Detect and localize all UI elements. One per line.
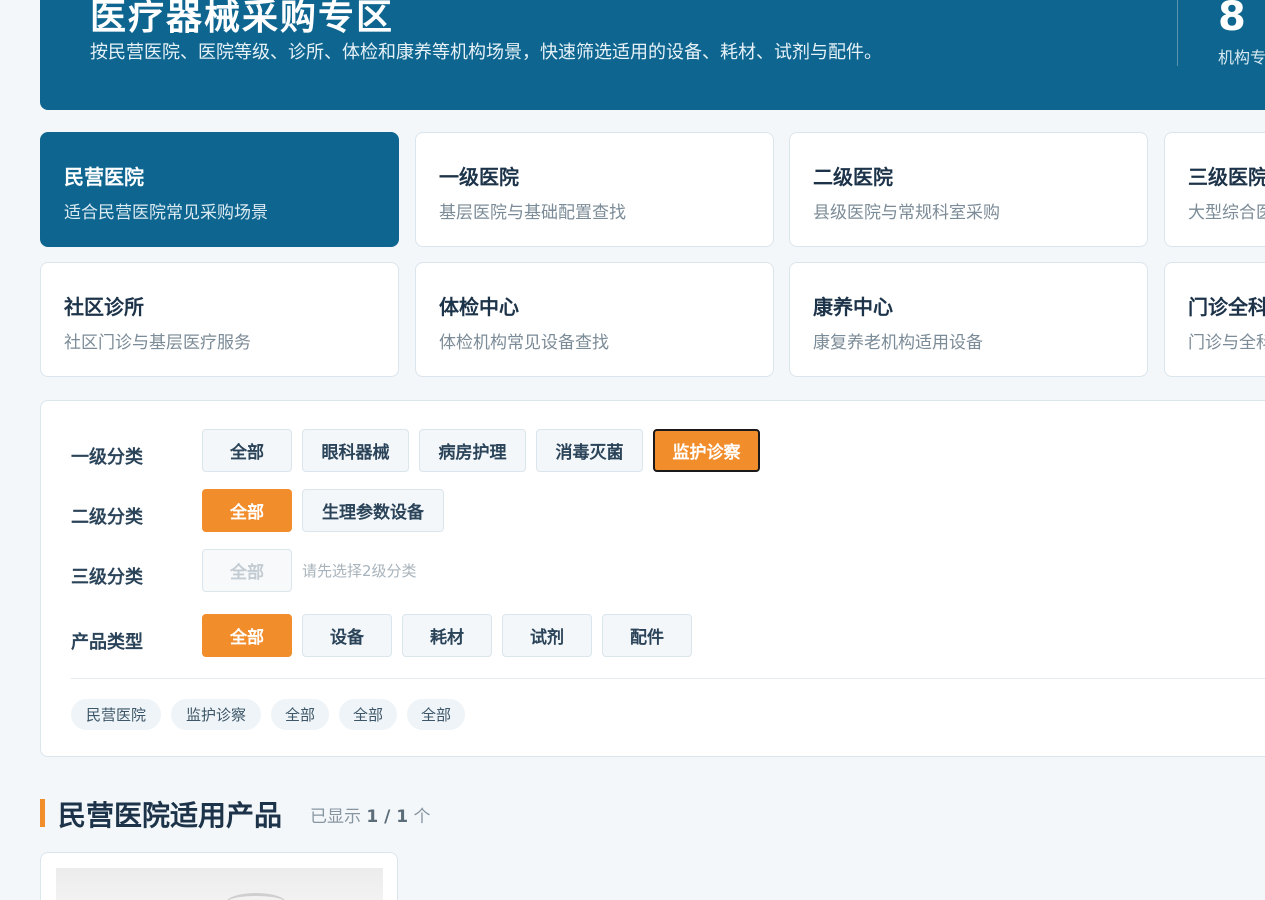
product-image [56, 868, 383, 900]
scene-description: 县级医院与常规科室采购 [813, 203, 1000, 223]
hero-title: 医疗器械采购专区 [90, 0, 395, 38]
level1-chip-monitoring[interactable]: 监护诊察 [653, 429, 760, 472]
panel-divider [71, 678, 1265, 679]
scene-description: 基层医院与基础配置查找 [439, 203, 626, 223]
page: 医疗器械采购专区 按民营医院、医院等级、诊所、体检和康养等机构场景，快速筛选适用… [0, 0, 1265, 900]
scene-description: 门诊与全科 [1188, 333, 1265, 353]
level3-hint: 请先选择2级分类 [302, 562, 417, 580]
filter-label-product-type: 产品类型 [71, 632, 143, 653]
scene-description: 体检机构常见设备查找 [439, 333, 609, 353]
type-chip-all[interactable]: 全部 [202, 614, 292, 657]
scene-name: 体检中心 [439, 295, 519, 319]
result-count-prefix: 已显示 [310, 807, 361, 827]
level1-chip-all[interactable]: 全部 [202, 429, 292, 472]
selected-tag-level3[interactable]: 全部 [339, 699, 397, 730]
scene-card-community-clinic[interactable]: 社区诊所 社区门诊与基层医疗服务 [40, 262, 399, 377]
scene-description: 康复养老机构适用设备 [813, 333, 983, 353]
result-count-suffix: 个 [413, 807, 431, 827]
result-count: 已显示 1 / 1 个 [310, 802, 431, 827]
scene-name: 门诊全科 [1188, 295, 1265, 319]
product-image-shape [226, 893, 286, 900]
selected-tag-type[interactable]: 全部 [407, 699, 465, 730]
scene-card-private-hospital[interactable]: 民营医院 适合民营医院常见采购场景 [40, 132, 399, 247]
section-accent-bar [40, 799, 45, 827]
hero-stat-value: 8 [1218, 0, 1246, 40]
scene-name: 二级医院 [813, 165, 893, 189]
type-chip-consumables[interactable]: 耗材 [402, 614, 492, 657]
product-card[interactable] [40, 852, 398, 900]
result-count-total: 1 [396, 807, 409, 827]
filter-label-level2: 二级分类 [71, 507, 143, 528]
scene-name: 三级医院 [1188, 165, 1265, 189]
level1-chip-ophthalmic[interactable]: 眼科器械 [302, 429, 409, 472]
filter-label-level3: 三级分类 [71, 567, 143, 588]
scene-card-level3-hospital[interactable]: 三级医院 大型综合医院 [1164, 132, 1265, 247]
level2-chip-all[interactable]: 全部 [202, 489, 292, 532]
level1-chip-ward-care[interactable]: 病房护理 [419, 429, 526, 472]
result-count-shown: 1 [366, 807, 379, 827]
selected-tag-level2[interactable]: 全部 [271, 699, 329, 730]
level1-chip-disinfection[interactable]: 消毒灭菌 [536, 429, 643, 472]
level2-chip-physiological[interactable]: 生理参数设备 [302, 489, 444, 532]
scene-name: 康养中心 [813, 295, 893, 319]
result-count-separator: / [378, 807, 397, 827]
scene-card-outpatient-general[interactable]: 门诊全科 门诊与全科 [1164, 262, 1265, 377]
type-chip-accessories[interactable]: 配件 [602, 614, 692, 657]
scene-name: 民营医院 [64, 165, 144, 189]
scene-card-rehab-center[interactable]: 康养中心 康复养老机构适用设备 [789, 262, 1148, 377]
type-chip-reagents[interactable]: 试剂 [502, 614, 592, 657]
hero-description: 按民营医院、医院等级、诊所、体检和康养等机构场景，快速筛选适用的设备、耗材、试剂… [90, 42, 882, 63]
scene-description: 大型综合医院 [1188, 203, 1265, 223]
scene-card-level2-hospital[interactable]: 二级医院 县级医院与常规科室采购 [789, 132, 1148, 247]
scene-name: 一级医院 [439, 165, 519, 189]
filter-panel: 一级分类 全部 眼科器械 病房护理 消毒灭菌 监护诊察 二级分类 全部 生理参数… [40, 400, 1265, 757]
selected-tag-scene[interactable]: 民营医院 [71, 699, 161, 730]
section-title: 民营医院适用产品 [58, 799, 283, 832]
hero-stat-label: 机构专区 [1218, 48, 1265, 67]
scene-description: 社区门诊与基层医疗服务 [64, 333, 251, 353]
hero-banner: 医疗器械采购专区 按民营医院、医院等级、诊所、体检和康养等机构场景，快速筛选适用… [40, 0, 1265, 110]
scene-card-level1-hospital[interactable]: 一级医院 基层医院与基础配置查找 [415, 132, 774, 247]
scene-card-checkup-center[interactable]: 体检中心 体检机构常见设备查找 [415, 262, 774, 377]
type-chip-equipment[interactable]: 设备 [302, 614, 392, 657]
selected-tag-level1[interactable]: 监护诊察 [171, 699, 261, 730]
filter-label-level1: 一级分类 [71, 447, 143, 468]
hero-divider [1177, 0, 1178, 66]
scene-description: 适合民营医院常见采购场景 [64, 203, 268, 223]
level3-chip-all: 全部 [202, 549, 292, 592]
scene-name: 社区诊所 [64, 295, 144, 319]
